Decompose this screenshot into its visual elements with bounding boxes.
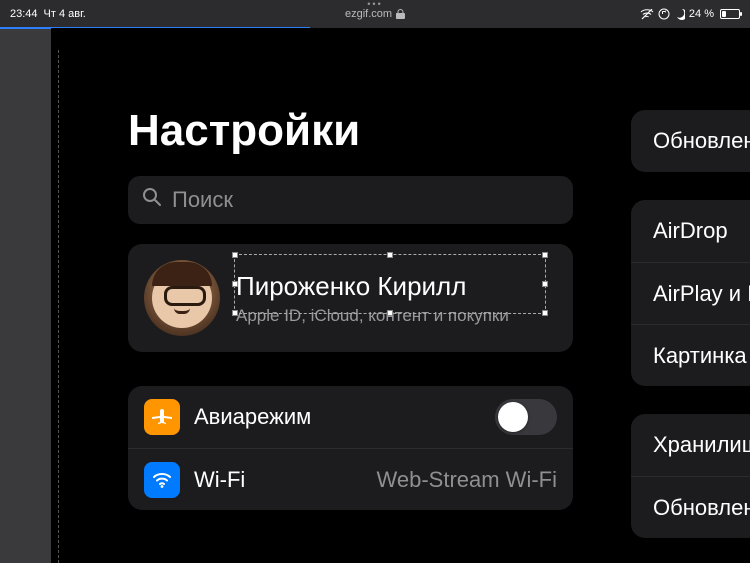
airplane-label: Авиарежим <box>194 404 495 430</box>
row-software-update[interactable]: Обновление <box>631 110 750 172</box>
search-input[interactable]: Поиск <box>128 176 573 224</box>
wifi-icon <box>144 462 180 498</box>
search-placeholder: Поиск <box>172 187 233 213</box>
statusbar-center: ••• ezgif.com <box>345 8 405 20</box>
right-group-3: Хранилище Обновление <box>631 414 750 538</box>
row-airplane[interactable]: Авиарежим <box>128 386 573 448</box>
row-airplay[interactable]: AirPlay и На <box>631 262 750 324</box>
row-storage[interactable]: Хранилище <box>631 414 750 476</box>
avatar <box>144 260 220 336</box>
statusbar-time: 23:44 <box>10 8 38 20</box>
statusbar-left: 23:44 Чт 4 авг. <box>10 8 86 20</box>
settings-left-column: Настройки Поиск Пироженко Кирилл Apple I… <box>73 106 589 510</box>
appleid-card[interactable]: Пироженко Кирилл Apple ID, iCloud, конте… <box>128 244 573 352</box>
page-title: Настройки <box>128 106 589 156</box>
settings-right-column: Обновление AirDrop AirPlay и На Картинка… <box>631 110 750 538</box>
wifi-off-icon <box>640 9 654 20</box>
battery-percent: 24 % <box>689 8 714 20</box>
wifi-label: Wi-Fi <box>194 467 377 493</box>
statusbar-date: Чт 4 авг. <box>44 8 86 20</box>
lock-icon <box>396 9 405 19</box>
statusbar-right: 24 % <box>640 8 740 20</box>
tab-dots: ••• <box>367 0 382 9</box>
row-pip[interactable]: Картинка в <box>631 324 750 386</box>
url-text: ezgif.com <box>345 8 392 20</box>
wifi-value: Web-Stream Wi-Fi <box>377 467 558 493</box>
embedded-screenshot: Настройки Поиск Пироженко Кирилл Apple I… <box>51 28 750 563</box>
airplane-icon <box>144 399 180 435</box>
network-group: Авиарежим Wi-Fi Web-Stream Wi-Fi <box>128 386 573 510</box>
content-area: Настройки Поиск Пироженко Кирилл Apple I… <box>0 28 750 563</box>
text-selection-box[interactable] <box>234 254 546 314</box>
row-airdrop[interactable]: AirDrop <box>631 200 750 262</box>
row-background-update[interactable]: Обновление <box>631 476 750 538</box>
crop-guide-left <box>58 50 59 563</box>
airplane-toggle[interactable] <box>495 399 557 435</box>
right-group-1: Обновление <box>631 110 750 172</box>
right-group-2: AirDrop AirPlay и На Картинка в <box>631 200 750 386</box>
orientation-lock-icon <box>658 8 670 20</box>
search-icon <box>142 187 162 213</box>
moon-icon <box>674 9 685 20</box>
row-wifi[interactable]: Wi-Fi Web-Stream Wi-Fi <box>128 448 573 510</box>
battery-icon <box>720 9 740 19</box>
browser-statusbar: 23:44 Чт 4 авг. ••• ezgif.com 24 % <box>0 0 750 28</box>
